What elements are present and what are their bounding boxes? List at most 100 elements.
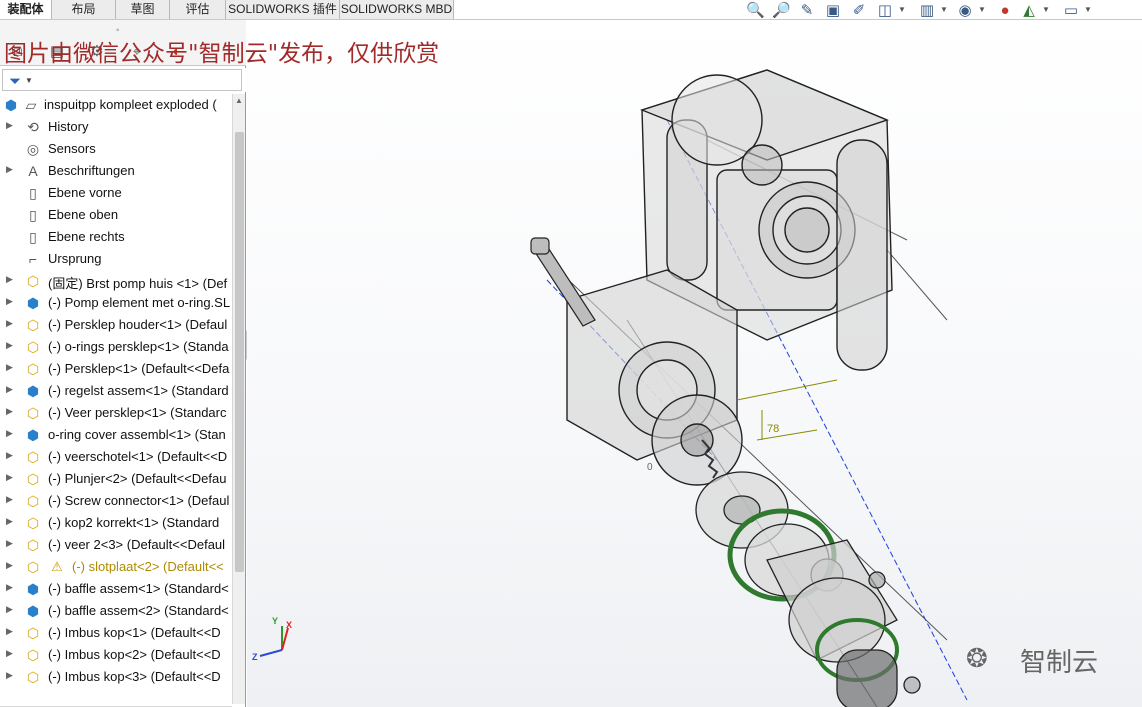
apply-scene-icon[interactable]: ◭ — [1020, 2, 1038, 20]
exploded-assembly-model[interactable]: 78 0 — [247, 20, 1142, 707]
watermark-text: 图片由微信公众号"智制云"发布，仅供欣赏 — [4, 41, 440, 67]
expand-arrow-icon[interactable]: ▶ — [6, 472, 14, 483]
tree-item[interactable]: ▶ ⬡ (-) Plunjer<2> (Default<<Defau — [0, 468, 232, 490]
chevron-down-icon[interactable]: ▼ — [978, 5, 986, 14]
tree-root[interactable]: ⬢ ▱ inspuitpp kompleet exploded ( — [0, 94, 232, 116]
expand-arrow-icon[interactable]: ▶ — [6, 428, 14, 439]
tree-item[interactable]: ⌐ Ursprung — [0, 248, 232, 270]
zoom-to-area-icon[interactable]: 🔎 — [772, 2, 791, 20]
expand-arrow-icon[interactable]: ▶ — [6, 582, 14, 593]
tree-filter-input[interactable]: ⏷ ▼ — [2, 69, 242, 91]
view-settings-icon[interactable]: ▭ — [1062, 2, 1080, 20]
dimension-label[interactable]: 78 — [767, 423, 779, 435]
tree-item[interactable]: ◎ Sensors — [0, 138, 232, 160]
expand-arrow-icon[interactable]: ▶ — [6, 120, 14, 131]
tree-item[interactable]: ▶ ⬡ (-) o-rings persklep<1> (Standa — [0, 336, 232, 358]
tree-item[interactable]: ▶ ⬡ (-) Imbus kop<2> (Default<<D — [0, 644, 232, 666]
expand-arrow-icon[interactable]: ▶ — [6, 494, 14, 505]
tree-item[interactable]: ▶ ⬡ (-) veer 2<3> (Default<<Defaul — [0, 534, 232, 556]
tree-item[interactable]: ▶ A Beschriftungen — [0, 160, 232, 182]
expand-arrow-icon[interactable]: ▶ — [6, 384, 14, 395]
expand-arrow-icon[interactable]: ▶ — [6, 362, 14, 373]
previous-view-icon[interactable]: ✎ — [798, 2, 816, 20]
expand-arrow-icon[interactable]: ▶ — [6, 604, 14, 615]
tree-item-label: (-) regelst assem<1> (Standard — [48, 383, 229, 398]
tree-item[interactable]: ▶ ⬡ (-) Imbus kop<1> (Default<<D — [0, 622, 232, 644]
tree-vertical-scrollbar[interactable]: ▲ — [232, 94, 245, 704]
tab-solidworks-addins[interactable]: SOLIDWORKS 插件 — [226, 0, 340, 19]
tree-item[interactable]: ▯ Ebene oben — [0, 204, 232, 226]
expand-arrow-icon[interactable]: ▶ — [6, 406, 14, 417]
tab-solidworks-mbd[interactable]: SOLIDWORKS MBD — [340, 0, 454, 19]
tree-item[interactable]: ▶ ⬡ (-) Veer persklep<1> (Standarc — [0, 402, 232, 424]
tree-item[interactable]: ▶ ⬢ (-) baffle assem<2> (Standard< — [0, 600, 232, 622]
tree-item-label: Ebene vorne — [48, 185, 122, 200]
tree-item[interactable]: ▶ ⬡ (-) kop2 korrekt<1> (Standard — [0, 512, 232, 534]
tree-item[interactable]: ▶ ⬡ (固定) Brst pomp huis <1> (Def — [0, 270, 232, 292]
expand-arrow-icon[interactable]: ▶ — [6, 626, 14, 637]
tree-item[interactable]: ▶ ⬢ o-ring cover assembl<1> (Stan — [0, 424, 232, 446]
tab-sketch[interactable]: 草图 — [116, 0, 170, 19]
chevron-up-icon[interactable]: ▲ — [235, 96, 243, 105]
tree-item-label: (-) Screw connector<1> (Defaul — [48, 493, 230, 508]
tree-item[interactable]: ▶ ⬡ (-) Imbus kop<3> (Default<<D — [0, 666, 232, 688]
hide-show-items-icon[interactable]: ◉ — [956, 2, 974, 20]
origin-icon: ⌐ — [28, 251, 38, 267]
tree-item-label: (-) Veer persklep<1> (Standarc — [48, 405, 227, 420]
expand-arrow-icon[interactable]: ▶ — [6, 450, 14, 461]
part-icon: ⬡ — [26, 625, 40, 641]
expand-arrow-icon[interactable]: ▶ — [6, 516, 14, 527]
graphics-area[interactable]: 78 0 — [247, 20, 1142, 707]
expand-arrow-icon[interactable]: ▶ — [6, 560, 14, 571]
tree-item-label: Beschriftungen — [48, 163, 135, 178]
chevron-down-icon[interactable]: ▼ — [940, 5, 948, 14]
tab-layout[interactable]: 布局 — [52, 0, 116, 19]
zoom-to-fit-icon[interactable]: 🔍 — [746, 2, 765, 20]
tree-item[interactable]: ▯ Ebene rechts — [0, 226, 232, 248]
dynamic-annotation-icon[interactable]: ✐ — [850, 2, 868, 20]
chevron-down-icon[interactable]: ▼ — [25, 76, 33, 85]
display-style-icon[interactable]: ▥ — [918, 2, 936, 20]
chevron-down-icon[interactable]: ▼ — [1084, 5, 1092, 14]
tree-item[interactable]: ▶ ⬢ (-) baffle assem<1> (Standard< — [0, 578, 232, 600]
expand-arrow-icon[interactable]: ▶ — [6, 274, 14, 285]
tree-item-label: (-) slotplaat<2> (Default<< — [72, 559, 224, 574]
view-orientation-icon[interactable]: ◫ — [876, 2, 894, 20]
history-icon: ⟲ — [27, 119, 39, 135]
expand-arrow-icon[interactable]: ▶ — [6, 648, 14, 659]
triad-z-label: Z — [252, 652, 258, 662]
edit-appearance-icon[interactable]: ● — [996, 2, 1014, 20]
tree-item-label: (-) Persklep houder<1> (Defaul — [48, 317, 228, 332]
tab-evaluate[interactable]: 评估 — [170, 0, 226, 19]
section-view-icon[interactable]: ▣ — [824, 2, 842, 20]
tree-item[interactable]: ▶ ⬡ (-) Screw connector<1> (Defaul — [0, 490, 232, 512]
tree-item[interactable]: ▶ ⬢ (-) regelst assem<1> (Standard — [0, 380, 232, 402]
tree-item[interactable]: ▯ Ebene vorne — [0, 182, 232, 204]
chevron-down-icon[interactable]: ▼ — [1042, 5, 1050, 14]
tree-item-label: (-) Imbus kop<2> (Default<<D — [48, 647, 221, 662]
scrollbar-thumb[interactable] — [235, 132, 244, 572]
command-manager-tabs: 装配体 布局 草图 评估 SOLIDWORKS 插件 SOLIDWORKS MB… — [0, 0, 1142, 20]
expand-arrow-icon[interactable]: ▶ — [6, 340, 14, 351]
expand-arrow-icon[interactable]: ▶ — [6, 670, 14, 681]
tree-item-label: Sensors — [48, 141, 96, 156]
tree-item[interactable]: ▶ ⬡ (-) Persklep<1> (Default<<Defa — [0, 358, 232, 380]
tree-item-label: (固定) Brst pomp huis <1> (Def — [48, 276, 228, 291]
tree-item[interactable]: ▶ ⬡ ⚠ (-) slotplaat<2> (Default<< — [0, 556, 232, 578]
part-icon: ⬡ — [26, 559, 40, 575]
tree-item[interactable]: ▶ ⬡ (-) Persklep houder<1> (Defaul — [0, 314, 232, 336]
expand-arrow-icon[interactable]: ▶ — [6, 164, 14, 175]
tree-item-label: (-) Persklep<1> (Default<<Defa — [48, 361, 230, 376]
tree-item-label: (-) kop2 korrekt<1> (Standard — [48, 515, 220, 530]
chevron-down-icon[interactable]: ▼ — [898, 5, 906, 14]
expand-arrow-icon[interactable]: ▶ — [6, 296, 14, 307]
tree-item[interactable]: ▶ ⟲ History — [0, 116, 232, 138]
tree-item[interactable]: ▶ ⬢ (-) Pomp element met o-ring.SL — [0, 292, 232, 314]
annotation-icon: A — [28, 163, 38, 179]
dimension-label[interactable]: 0 — [647, 462, 653, 473]
tree-item[interactable]: ▶ ⬡ (-) veerschotel<1> (Default<<D — [0, 446, 232, 468]
tree-item-label: (-) veer 2<3> (Default<<Defaul — [48, 537, 226, 552]
expand-arrow-icon[interactable]: ▶ — [6, 318, 14, 329]
expand-arrow-icon[interactable]: ▶ — [6, 538, 14, 549]
tab-assembly[interactable]: 装配体 — [0, 0, 52, 19]
